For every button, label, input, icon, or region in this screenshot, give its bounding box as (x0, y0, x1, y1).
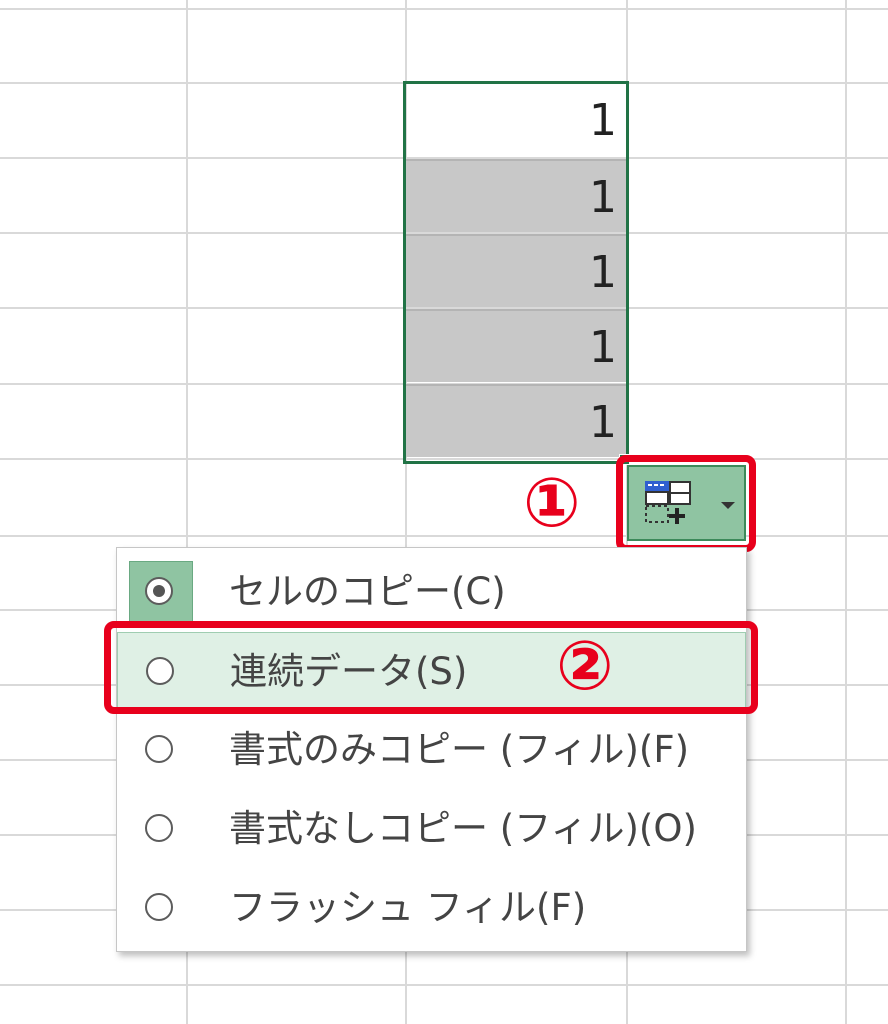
radio-container (130, 641, 194, 705)
fill-handle[interactable] (619, 454, 630, 465)
radio-container (129, 877, 193, 941)
menu-item-label: 連続データ(S) (230, 650, 468, 693)
row-gridline (0, 458, 888, 460)
column-gridline (845, 0, 847, 1024)
cell-value[interactable]: 1 (406, 159, 627, 232)
menu-item-label: 書式のみコピー (フィル)(F) (229, 728, 690, 771)
radio-container (129, 719, 193, 783)
radio-container (129, 561, 193, 625)
menu-item-fill-without-formatting[interactable]: 書式なしコピー (フィル)(O) (117, 790, 746, 868)
menu-item-fill-formatting-only[interactable]: 書式のみコピー (フィル)(F) (117, 711, 746, 789)
autofill-options-icon (645, 481, 691, 524)
cell-value[interactable]: 1 (406, 384, 627, 457)
autofill-options-menu: セルのコピー(C) 連続データ(S) 書式のみコピー (フィル)(F) 書式なし… (116, 547, 747, 952)
caret-down-icon (721, 502, 735, 509)
radio-container (129, 798, 193, 862)
cell-value[interactable]: 1 (406, 84, 627, 157)
row-gridline (0, 8, 888, 10)
autofill-options-button[interactable] (627, 465, 746, 541)
radio-icon[interactable] (146, 657, 174, 685)
menu-item-copy-cells[interactable]: セルのコピー(C) (117, 553, 746, 631)
cell-value[interactable]: 1 (406, 234, 627, 307)
menu-item-fill-series[interactable]: 連続データ(S) (117, 632, 746, 710)
menu-item-label: 書式なしコピー (フィル)(O) (229, 807, 697, 850)
radio-selected-icon[interactable] (145, 577, 173, 605)
menu-item-label: セルのコピー(C) (229, 570, 506, 613)
row-gridline (0, 984, 888, 986)
radio-icon[interactable] (145, 814, 173, 842)
annotation-step1: ① (523, 464, 581, 543)
row-gridline (0, 535, 888, 537)
radio-icon[interactable] (145, 893, 173, 921)
annotation-step2: ② (556, 627, 614, 706)
menu-item-flash-fill[interactable]: フラッシュ フィル(F) (117, 869, 746, 947)
menu-item-label: フラッシュ フィル(F) (229, 886, 587, 929)
cell-value[interactable]: 1 (406, 309, 627, 382)
radio-icon[interactable] (145, 735, 173, 763)
